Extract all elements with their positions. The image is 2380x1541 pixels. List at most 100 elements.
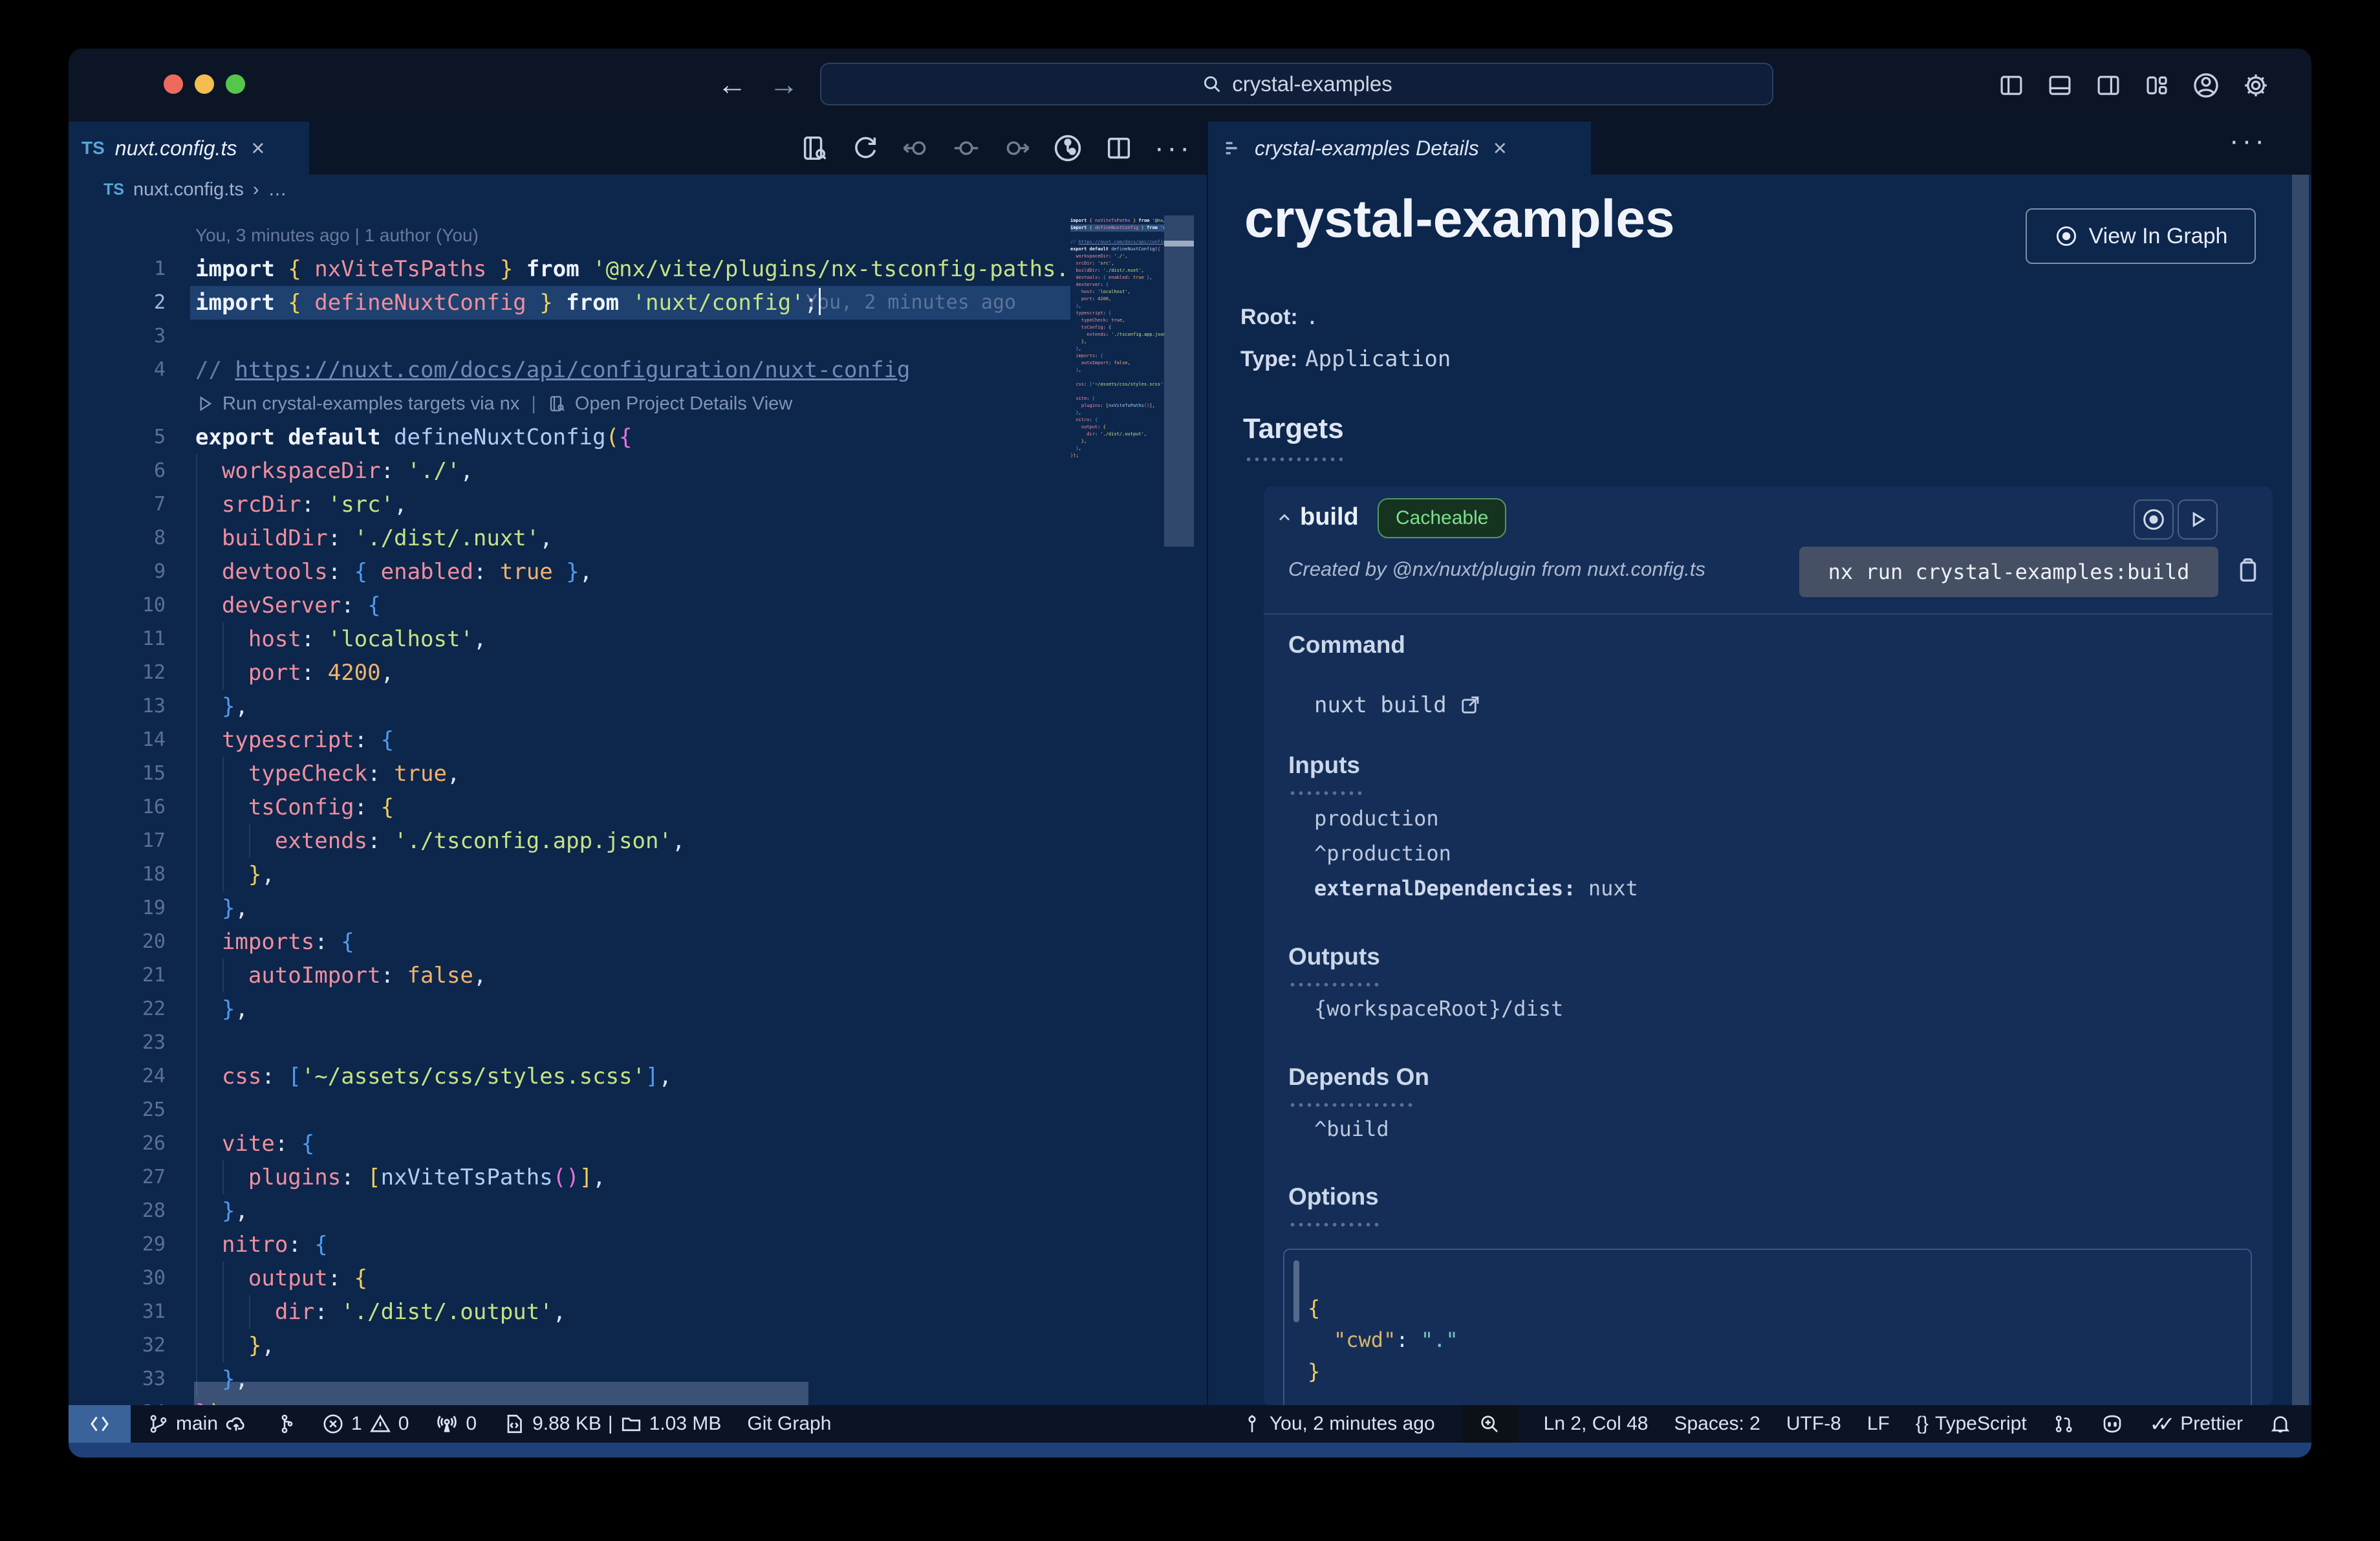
- code-line[interactable]: 17 extends: './tsconfig.app.json',: [69, 824, 1070, 858]
- code-line[interactable]: 20 imports: {: [69, 925, 1070, 959]
- ports-item[interactable]: 0: [435, 1412, 477, 1436]
- git-graph-item[interactable]: Git Graph: [747, 1413, 831, 1435]
- zoom-status-item[interactable]: [1460, 1405, 1518, 1443]
- code-line[interactable]: 10 devServer: {: [69, 589, 1070, 622]
- refresh-icon[interactable]: [850, 133, 880, 163]
- code-line[interactable]: 21 autoImport: false,: [69, 959, 1070, 992]
- code-line[interactable]: 9 devtools: { enabled: true },: [69, 555, 1070, 589]
- collapse-chevron-icon[interactable]: [1275, 508, 1293, 527]
- code-line[interactable]: You, 2 minutes ago 2 import { defineNuxtCo…: [69, 286, 1070, 320]
- blame-item[interactable]: You, 2 minutes ago: [1241, 1413, 1435, 1435]
- copy-icon[interactable]: [2233, 555, 2262, 585]
- options-json-box[interactable]: { "cwd": "." }: [1283, 1249, 2252, 1405]
- breadcrumb[interactable]: TS nuxt.config.ts › …: [69, 175, 1207, 204]
- previous-change-icon[interactable]: [901, 133, 931, 163]
- notifications-item[interactable]: [2269, 1412, 2292, 1436]
- code-line[interactable]: 8 buildDir: './dist/.nuxt',: [69, 521, 1070, 555]
- code-line[interactable]: 31 dir: './dist/.output',: [69, 1295, 1070, 1329]
- code-line[interactable]: 7 srcDir: 'src',: [69, 488, 1070, 521]
- code-line[interactable]: 12 port: 4200,: [69, 656, 1070, 690]
- view-target-button[interactable]: [2134, 499, 2174, 540]
- code-editor[interactable]: You, 3 minutes ago | 1 author (You) 1 impo…: [69, 204, 1207, 1405]
- open-project-details-icon[interactable]: [800, 133, 830, 163]
- more-actions-icon[interactable]: ···: [1154, 134, 1193, 162]
- code-line[interactable]: 15 typeCheck: true,: [69, 757, 1070, 791]
- split-editor-icon[interactable]: [1104, 133, 1134, 163]
- nx-run-command-chip[interactable]: nx run crystal-examples:build: [1799, 547, 2218, 597]
- minimize-window-button[interactable]: [195, 74, 214, 94]
- command-value-row[interactable]: nuxt build: [1314, 692, 1482, 718]
- breadcrumb-more[interactable]: …: [268, 179, 287, 201]
- toggle-panel-icon[interactable]: [2046, 72, 2073, 99]
- external-link-icon[interactable]: [1458, 694, 1482, 717]
- inline-blame-summary[interactable]: You, 3 minutes ago | 1 author (You): [69, 219, 1070, 252]
- code-line[interactable]: 5 export default defineNuxtConfig({: [69, 421, 1070, 454]
- code-line[interactable]: 6 workspaceDir: './',: [69, 454, 1070, 488]
- codelens-open-link[interactable]: Open Project Details View: [575, 387, 792, 421]
- code-line[interactable]: 16 tsConfig: {: [69, 791, 1070, 824]
- editor-vertical-scrollbar[interactable]: [1164, 215, 1194, 547]
- account-icon[interactable]: [2192, 71, 2220, 100]
- code-line[interactable]: 32 },: [69, 1329, 1070, 1362]
- toggle-primary-sidebar-icon[interactable]: [1998, 72, 2025, 99]
- tab-nuxt-config[interactable]: TS nuxt.config.ts ×: [69, 122, 309, 175]
- publish-cloud-icon[interactable]: [224, 1412, 248, 1436]
- remote-indicator[interactable]: [69, 1405, 131, 1443]
- toggle-secondary-sidebar-icon[interactable]: [2095, 72, 2122, 99]
- code-line[interactable]: 30 output: {: [69, 1262, 1070, 1295]
- eol-item[interactable]: LF: [1867, 1413, 1890, 1435]
- code-line[interactable]: 3: [69, 320, 1070, 353]
- code-line[interactable]: 22 },: [69, 992, 1070, 1026]
- code-line[interactable]: 26 vite: {: [69, 1127, 1070, 1161]
- minimap[interactable]: import { nxViteTsPaths } from '@nx/vite/…: [1070, 217, 1164, 1405]
- code-line[interactable]: 34});: [69, 1396, 1070, 1405]
- code-line[interactable]: 27 plugins: [nxViteTsPaths()],: [69, 1161, 1070, 1194]
- code-line[interactable]: 23: [69, 1026, 1070, 1060]
- code-line[interactable]: 25: [69, 1093, 1070, 1127]
- language-mode-item[interactable]: {} TypeScript: [1916, 1413, 2027, 1435]
- code-line[interactable]: 28 },: [69, 1194, 1070, 1228]
- prettier-item[interactable]: ✓✓ Prettier: [2150, 1412, 2243, 1436]
- zoom-window-button[interactable]: [226, 74, 245, 94]
- code-line[interactable]: 33 },: [69, 1362, 1070, 1396]
- tab-project-details[interactable]: crystal-examples Details ×: [1208, 122, 1591, 175]
- cursor-position-item[interactable]: Ln 2, Col 48: [1544, 1413, 1649, 1435]
- code-line[interactable]: 11 host: 'localhost',: [69, 622, 1070, 656]
- command-center-search[interactable]: crystal-examples: [820, 63, 1773, 105]
- target-name[interactable]: build: [1300, 503, 1359, 531]
- code-line[interactable]: 1 import { nxViteTsPaths } from '@nx/vite…: [69, 252, 1070, 286]
- run-play-icon[interactable]: [195, 394, 215, 413]
- customize-layout-icon[interactable]: [2143, 72, 2170, 99]
- current-change-icon[interactable]: [951, 133, 981, 163]
- settings-gear-icon[interactable]: [2242, 71, 2270, 100]
- code-line[interactable]: 13 },: [69, 690, 1070, 723]
- panel-more-actions-icon[interactable]: ···: [2229, 127, 2267, 155]
- git-graph-view-icon[interactable]: [1052, 133, 1083, 164]
- git-branch-item[interactable]: main: [147, 1412, 248, 1436]
- copilot-item[interactable]: [2101, 1412, 2124, 1436]
- panel-vertical-scrollbar[interactable]: [2292, 175, 2309, 1405]
- code-line[interactable]: 19 },: [69, 891, 1070, 925]
- codelens-row[interactable]: Run crystal-examples targets via nx | Open…: [69, 387, 1070, 421]
- forward-arrow-icon[interactable]: →: [764, 63, 803, 105]
- code-line[interactable]: 29 nitro: {: [69, 1228, 1070, 1262]
- code-line[interactable]: 4// https://nuxt.com/docs/api/configurat…: [69, 353, 1070, 387]
- code-line[interactable]: 18 },: [69, 858, 1070, 891]
- open-details-icon[interactable]: [548, 394, 567, 413]
- close-tab-icon[interactable]: ×: [251, 135, 265, 162]
- close-window-button[interactable]: [164, 74, 183, 94]
- encoding-item[interactable]: UTF-8: [1786, 1413, 1841, 1435]
- run-target-button[interactable]: [2178, 499, 2218, 540]
- problems-item[interactable]: 1 0: [321, 1412, 409, 1436]
- code-line[interactable]: 24 css: ['~/assets/css/styles.scss'],: [69, 1060, 1070, 1093]
- indentation-item[interactable]: Spaces: 2: [1674, 1413, 1760, 1435]
- code-line[interactable]: 14 typescript: {: [69, 723, 1070, 757]
- next-change-icon[interactable]: [1002, 133, 1032, 163]
- close-tab-icon[interactable]: ×: [1493, 135, 1507, 162]
- view-in-graph-button[interactable]: View In Graph: [2026, 208, 2256, 264]
- breadcrumb-file[interactable]: nuxt.config.ts: [133, 179, 244, 201]
- code-lines[interactable]: You, 3 minutes ago | 1 author (You) 1 impo…: [69, 219, 1070, 1405]
- feedback-item[interactable]: [2053, 1413, 2075, 1435]
- git-graph-status-item[interactable]: [274, 1413, 296, 1435]
- file-size-item[interactable]: 9.88 KB | 1.03 MB: [503, 1412, 721, 1436]
